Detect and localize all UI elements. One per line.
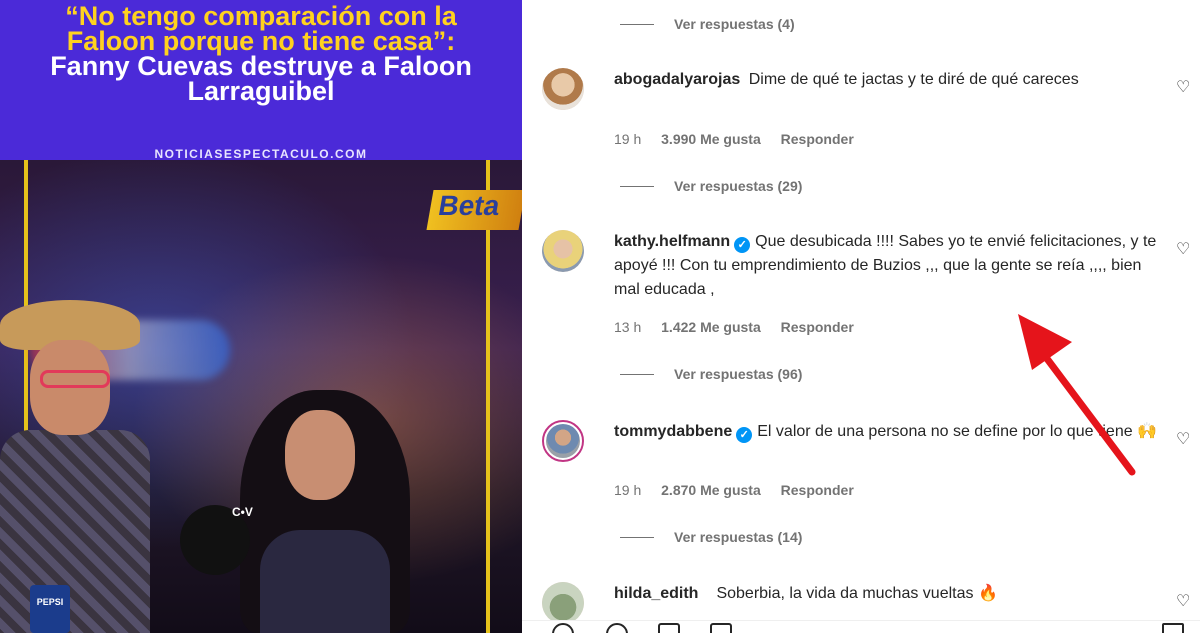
post-media[interactable]: “No tengo comparación con la Faloon porq… bbox=[0, 0, 522, 633]
view-replies-button[interactable]: Ver respuestas (96) bbox=[620, 366, 802, 382]
share-icon[interactable] bbox=[658, 623, 680, 633]
action-bar bbox=[522, 620, 1200, 633]
replies-dash bbox=[620, 185, 654, 187]
heart-icon[interactable]: ♡ bbox=[1176, 432, 1192, 448]
reply-button[interactable]: Responder bbox=[781, 319, 854, 335]
site-name: NOTICIASESPECTACULO.COM bbox=[154, 147, 368, 161]
heart-icon[interactable]: ♡ bbox=[1176, 594, 1192, 610]
reply-button[interactable]: Responder bbox=[781, 131, 854, 147]
comment-text: Dime de qué te jactas y te diré de qué c… bbox=[748, 71, 1079, 88]
comment-time[interactable]: 19 h bbox=[614, 131, 641, 147]
view-replies-button[interactable]: Ver respuestas (14) bbox=[620, 529, 802, 545]
comment-body: kathy.helfmann ✓ Que desubicada !!!! Sabes… bbox=[614, 230, 1159, 302]
stage-rail-right bbox=[486, 160, 490, 633]
comment-body: hilda_edith Soberbia, la vida da muchas v… bbox=[614, 582, 1159, 606]
comment-body: abogadalyarojas Dime de qué te jactas y … bbox=[614, 68, 1159, 92]
headline-banner: “No tengo comparación con la Faloon porq… bbox=[0, 0, 522, 161]
comment-meta: 19 h 3.990 Me gusta Responder bbox=[614, 131, 870, 147]
replies-dash bbox=[620, 536, 654, 538]
view-replies-label: Ver respuestas (14) bbox=[674, 529, 803, 545]
avatar[interactable] bbox=[542, 230, 584, 272]
avatar[interactable] bbox=[542, 420, 584, 462]
avatar[interactable] bbox=[542, 582, 584, 624]
comment-likes[interactable]: 1.422 Me gusta bbox=[661, 319, 761, 335]
comment-username[interactable]: hilda_edith bbox=[614, 585, 698, 602]
heart-icon[interactable]: ♡ bbox=[1176, 80, 1192, 96]
headline-part2: Fanny Cuevas destruye a Faloon Larraguib… bbox=[50, 51, 472, 106]
replies-dash bbox=[620, 23, 654, 25]
view-replies-button[interactable]: Ver respuestas (4) bbox=[620, 16, 795, 32]
comment-text: Soberbia, la vida da muchas vueltas 🔥 bbox=[716, 585, 998, 602]
comment-likes[interactable]: 3.990 Me gusta bbox=[661, 131, 761, 147]
comment-likes[interactable]: 2.870 Me gusta bbox=[661, 482, 761, 498]
view-replies-label: Ver respuestas (29) bbox=[674, 178, 803, 194]
save-icon[interactable] bbox=[1162, 623, 1184, 633]
view-replies-button[interactable]: Ver respuestas (29) bbox=[620, 178, 802, 194]
annotation-arrow bbox=[1018, 314, 1136, 476]
drink-cup: PEPSI bbox=[30, 585, 70, 633]
woman-figure bbox=[240, 390, 410, 633]
man-figure bbox=[0, 300, 150, 633]
replies-dash bbox=[620, 373, 654, 375]
avatar[interactable] bbox=[542, 68, 584, 110]
heart-icon[interactable]: ♡ bbox=[1176, 242, 1192, 258]
headline: “No tengo comparación con la Faloon porq… bbox=[30, 1, 492, 106]
comment-username[interactable]: tommydabbene bbox=[614, 423, 732, 440]
reply-button[interactable]: Responder bbox=[781, 482, 854, 498]
comment-icon[interactable] bbox=[606, 623, 628, 633]
comment-time[interactable]: 19 h bbox=[614, 482, 641, 498]
mic-logo: C•V bbox=[232, 505, 253, 519]
verified-badge-icon: ✓ bbox=[734, 237, 751, 253]
like-icon[interactable] bbox=[552, 623, 574, 633]
comment-username[interactable]: kathy.helfmann bbox=[614, 233, 730, 250]
comment-meta: 13 h 1.422 Me gusta Responder bbox=[614, 319, 870, 335]
view-replies-label: Ver respuestas (4) bbox=[674, 16, 795, 32]
stage-sign: Beta bbox=[426, 190, 522, 230]
verified-badge-icon: ✓ bbox=[736, 427, 753, 443]
share-icon[interactable] bbox=[710, 623, 732, 633]
comment-username[interactable]: abogadalyarojas bbox=[614, 71, 740, 88]
headline-part1: “No tengo comparación con la Faloon porq… bbox=[65, 1, 457, 56]
view-replies-label: Ver respuestas (96) bbox=[674, 366, 803, 382]
comment-time[interactable]: 13 h bbox=[614, 319, 641, 335]
comment-meta: 19 h 2.870 Me gusta Responder bbox=[614, 482, 870, 498]
